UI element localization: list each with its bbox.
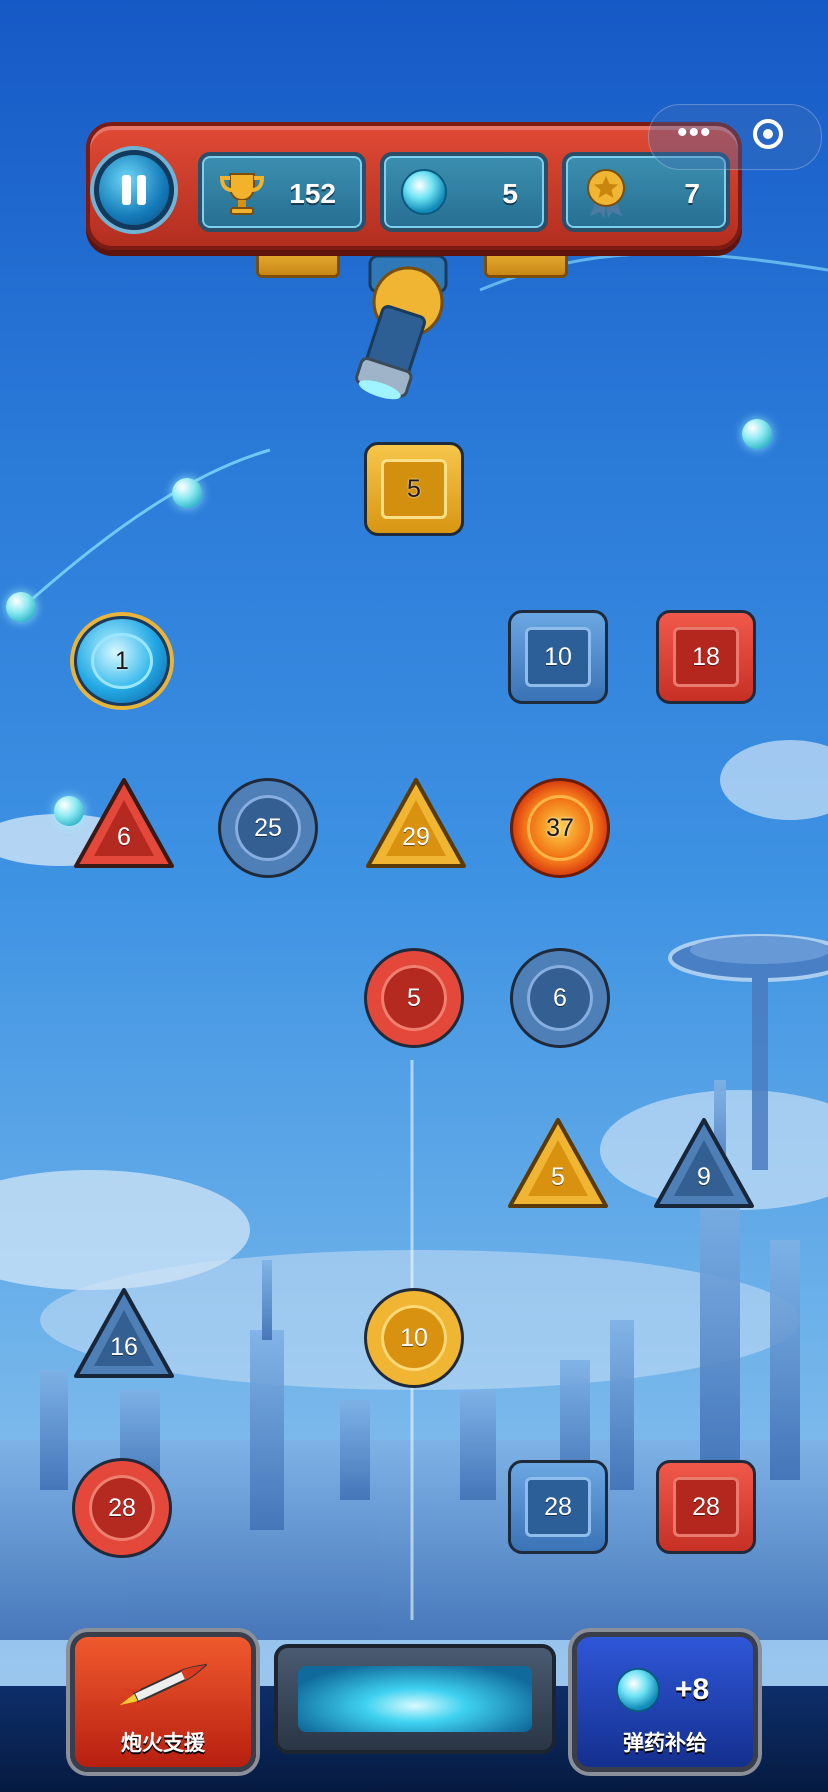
ammo-supply-button[interactable]: +8 弹药补给 [572, 1632, 758, 1772]
rocket-icon [119, 1663, 208, 1716]
block-circle-fire: 37 [510, 778, 610, 878]
block-circle-red: 28 [72, 1458, 172, 1558]
block-circle-yellow: 10 [364, 1288, 464, 1388]
energy-orb [6, 592, 36, 622]
block-square-red: 28 [656, 1460, 756, 1554]
score-panel: 152 [198, 152, 366, 232]
block-triangle-yellow: 29 [364, 776, 468, 872]
ball-block: 1 [74, 616, 170, 706]
block-square-yellow: 5 [364, 442, 464, 536]
block-triangle-blue: 16 [72, 1286, 176, 1382]
fire-support-label: 炮火支援 [121, 1732, 205, 1755]
block-triangle-yellow: 5 [506, 1116, 610, 1212]
level-value: 7 [684, 178, 700, 209]
energy-ball-icon [401, 169, 447, 215]
trophy-icon [219, 173, 265, 215]
target-circle-icon[interactable] [753, 119, 783, 149]
pause-button[interactable] [94, 150, 174, 230]
block-triangle-blue: 9 [652, 1116, 756, 1212]
ammo-bonus: +8 [675, 1673, 710, 1706]
energy-orb [742, 419, 772, 449]
launch-pad[interactable] [274, 1644, 556, 1754]
ammo-supply-label: 弹药补给 [623, 1732, 707, 1755]
block-circle-red: 5 [364, 948, 464, 1048]
cannon [355, 256, 448, 400]
more-dots-icon[interactable]: ••• [677, 118, 712, 148]
block-circle-blue: 25 [218, 778, 318, 878]
balls-panel: 5 [380, 152, 548, 232]
top-hud: 152 5 7 [86, 122, 742, 278]
block-square-blue: 28 [508, 1460, 608, 1554]
block-triangle-red: 6 [72, 776, 176, 872]
energy-ball-icon [615, 1667, 661, 1713]
balls-value: 5 [502, 178, 518, 209]
block-circle-blue: 6 [510, 948, 610, 1048]
bottom-bar: 炮火支援 +8 弹药补给 [0, 1616, 828, 1792]
star-medal-icon [587, 169, 625, 218]
score-value: 152 [289, 178, 336, 209]
block-square-red: 18 [656, 610, 756, 704]
launch-pad-icon [298, 1666, 532, 1732]
menu-capsule: ••• [648, 104, 822, 170]
block-square-blue: 10 [508, 610, 608, 704]
fire-support-button[interactable]: 炮火支援 [70, 1632, 256, 1772]
energy-orb [172, 478, 202, 508]
